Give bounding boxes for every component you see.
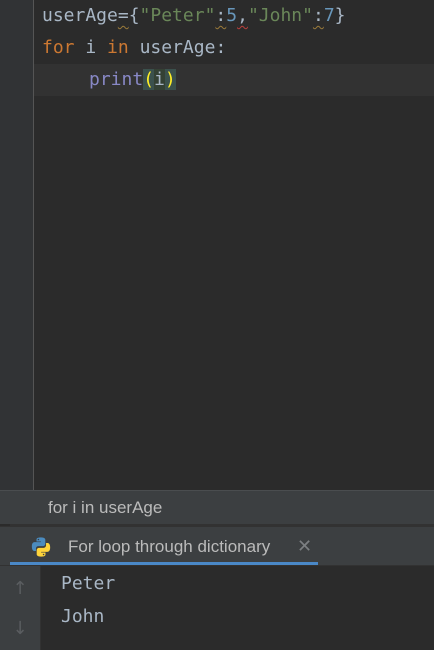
python-icon [31,537,51,557]
token-comma: , [237,5,248,26]
token-keyword-in: in [107,37,129,58]
code-editor[interactable]: userAge={"Peter":5,"John":7} for i in us… [0,0,434,490]
tab-run-configuration[interactable]: For loop through dictionary ✕ [10,527,318,567]
token-string-key-2: "John" [247,5,313,26]
token-colon-2: : [312,5,324,26]
token-loop-variable: i [85,37,97,58]
code-line-3-current[interactable]: print(i) [34,64,434,96]
token-iterable: userAge [139,37,216,58]
token-colon-1: : [215,5,227,26]
token-number-2: 7 [323,5,335,26]
run-tab-label: For loop through dictionary [68,537,271,556]
token-builtin-print: print [89,69,144,90]
token-paren-close: ) [164,69,176,90]
run-tool-window-header: For loop through dictionary ✕ [0,526,434,566]
run-console[interactable]: ↑ ↓ Peter John [0,566,434,650]
active-tab-indicator [10,562,318,565]
code-line-1[interactable]: userAge={"Peter":5,"John":7} [42,0,346,32]
token-argument: i [154,69,165,90]
editor-gutter[interactable] [0,0,34,490]
token-brace-close: } [334,5,346,26]
token-keyword-for: for [42,37,75,58]
breadcrumb: for i in userAge [0,490,434,526]
arrow-up-icon[interactable]: ↑ [10,578,30,600]
token-variable: userAge [42,5,118,26]
token-operator: = [117,5,129,26]
arrow-down-icon[interactable]: ↓ [10,618,30,640]
token-brace-open: { [128,5,140,26]
breadcrumb-item[interactable]: for i in userAge [48,491,162,525]
token-number-1: 5 [226,5,238,26]
console-output-line: Peter [61,573,116,594]
token-paren-open: ( [143,69,155,90]
console-output-line: John [61,606,105,627]
code-line-2[interactable]: for i in userAge: [42,32,226,64]
close-icon[interactable]: ✕ [297,527,312,567]
token-colon: : [215,37,227,58]
token-string-key-1: "Peter" [139,5,216,26]
run-toolbar: ↑ ↓ [0,566,41,650]
